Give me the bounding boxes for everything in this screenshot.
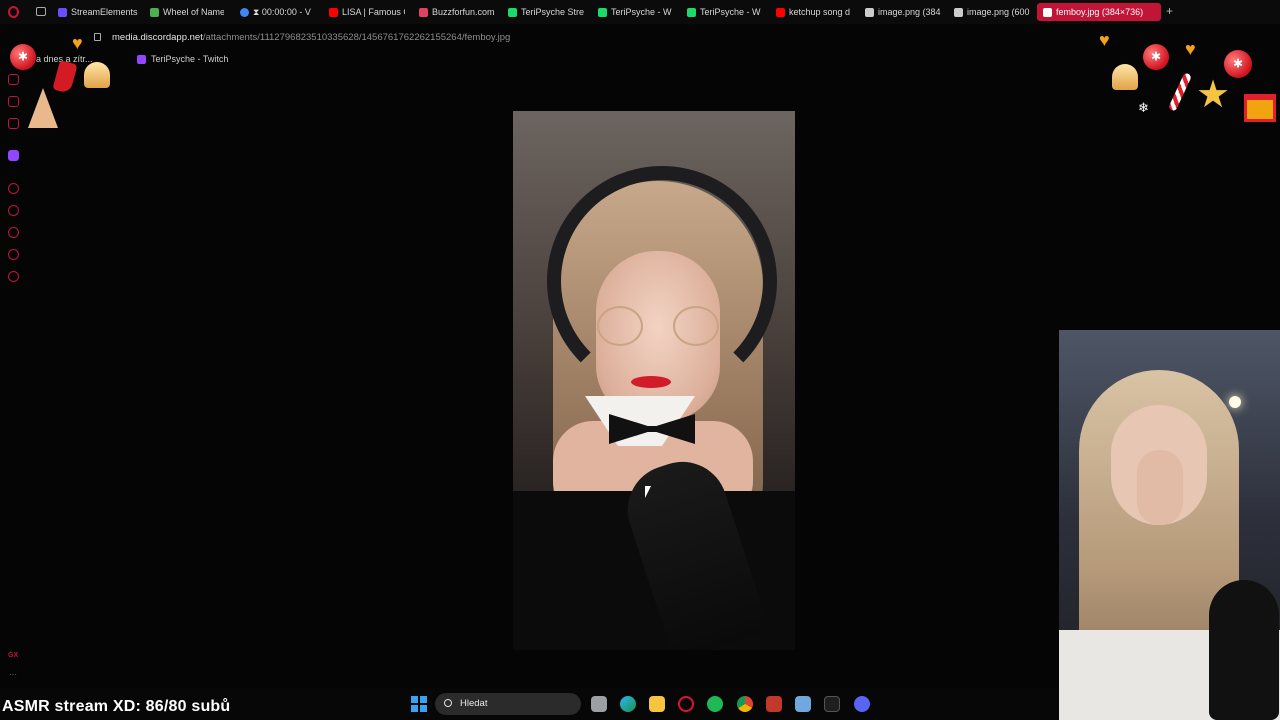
microphone-icon	[1209, 580, 1279, 720]
tab-ketchup-song[interactable]: ketchup song d	[776, 3, 852, 21]
notepad-icon[interactable]	[795, 696, 811, 712]
buzzforfun-icon	[419, 7, 428, 17]
search-label: Hledat	[460, 698, 488, 709]
bookmark-teripsyche-twitch[interactable]: TeriPsyche - Twitch	[137, 54, 228, 64]
opera-gx-logo-icon[interactable]	[8, 6, 19, 18]
opera-gx-icon[interactable]	[678, 696, 694, 712]
sidebar-gx-icon[interactable]: GX	[8, 652, 18, 659]
wheel-icon	[150, 7, 159, 17]
file-icon	[954, 7, 963, 17]
tab-label: image.png (600	[967, 7, 1030, 17]
tab-label: Wheel of Names	[163, 7, 224, 17]
lamp-icon	[1229, 396, 1241, 408]
task-view-icon[interactable]	[591, 696, 607, 712]
workspaces-icon[interactable]	[36, 7, 46, 16]
sidebar-send-icon[interactable]	[8, 249, 19, 260]
taskbar-search[interactable]: Hledat	[435, 693, 581, 715]
terminal-icon[interactable]	[824, 696, 840, 712]
kick-icon	[598, 7, 607, 17]
chrome-icon	[240, 7, 249, 17]
star-icon: ★	[1196, 74, 1231, 116]
sidebar-more-icon[interactable]: ···	[9, 670, 17, 679]
photo-lips	[631, 376, 671, 388]
tab-streamelements[interactable]: StreamElements	[58, 3, 138, 21]
discord-icon[interactable]	[854, 696, 870, 712]
url-field[interactable]: media.discordapp.net/attachments/1112796…	[112, 32, 510, 43]
heart-icon: ♥	[72, 33, 83, 53]
webcam-hand	[1137, 450, 1183, 525]
tab-label: femboy.jpg (384×736)	[1056, 7, 1144, 17]
tab-image-384[interactable]: image.png (384	[865, 3, 941, 21]
url-domain: media.discordapp.net	[112, 32, 203, 43]
tab-teripsyche-w1[interactable]: TeriPsyche - W	[598, 3, 674, 21]
spotify-icon[interactable]	[707, 696, 723, 712]
mouse-cursor-icon	[645, 486, 651, 498]
windows-start-icon[interactable]	[411, 696, 427, 712]
candy-cane-icon	[1167, 72, 1193, 112]
tab-label: LISA | Famous C	[342, 7, 405, 17]
tab-buzzforfun[interactable]: Buzzforfun.com	[419, 3, 497, 21]
tab-label: image.png (384	[878, 7, 941, 17]
kick-icon	[508, 7, 517, 17]
tab-label: TeriPsyche - W	[700, 7, 761, 17]
tab-teripsyche-stream[interactable]: TeriPsyche Stre	[508, 3, 584, 21]
bell-icon	[84, 62, 110, 88]
webcam-overlay	[1059, 330, 1280, 720]
tab-bar: StreamElements Wheel of Names ⧗ 00:00:00…	[0, 0, 1280, 24]
kick-icon	[687, 7, 696, 17]
sidebar-player-icon[interactable]	[8, 183, 19, 194]
edge-icon[interactable]	[620, 696, 636, 712]
url-path: /attachments/1112796823510335628/1456761…	[202, 32, 511, 43]
sidebar: GX ···	[0, 24, 28, 684]
stream-overlay-text: ASMR stream XD: 86/80 subů	[2, 698, 231, 715]
ornament-icon	[1143, 44, 1169, 70]
sidebar-bag-icon[interactable]	[8, 74, 19, 85]
gift-icon	[1244, 94, 1276, 122]
tab-label: ketchup song d	[789, 7, 851, 17]
sidebar-history-icon[interactable]	[8, 227, 19, 238]
address-bar[interactable]: media.discordapp.net/attachments/1112796…	[28, 28, 1280, 48]
tab-lisa-famous[interactable]: LISA | Famous C	[329, 3, 405, 21]
search-icon	[444, 699, 452, 707]
tab-teripsyche-w2[interactable]: TeriPsyche - W	[687, 3, 763, 21]
file-explorer-icon[interactable]	[649, 696, 665, 712]
heart-icon: ♥	[1185, 39, 1196, 59]
tab-label: StreamElements	[71, 7, 138, 17]
tab-timer[interactable]: ⧗ 00:00:00 - V	[240, 3, 316, 21]
sidebar-heart-icon[interactable]	[8, 205, 19, 216]
twitch-icon	[137, 54, 146, 64]
image-viewer[interactable]	[513, 111, 795, 650]
chrome-icon[interactable]	[737, 696, 753, 712]
streamelements-icon	[58, 7, 67, 17]
tab-label: Buzzforfun.com	[432, 7, 495, 17]
tab-wheel-of-names[interactable]: Wheel of Names	[150, 3, 224, 21]
snowflake-icon: ❄	[1138, 100, 1149, 115]
sidebar-twitch-icon[interactable]	[8, 150, 19, 161]
bell-icon	[1112, 64, 1138, 90]
tab-label: TeriPsyche Stre	[521, 7, 584, 17]
file-icon	[1043, 7, 1052, 17]
heart-icon: ♥	[1099, 30, 1110, 50]
file-icon	[865, 7, 874, 17]
youtube-icon	[776, 7, 785, 17]
gingerbread-tree-icon	[28, 88, 58, 128]
ornament-icon	[10, 44, 36, 70]
glasses-icon	[597, 306, 643, 346]
sidebar-settings-icon[interactable]	[8, 271, 19, 282]
glasses-icon	[673, 306, 719, 346]
tab-label: ⧗ 00:00:00 - V	[253, 6, 311, 17]
youtube-icon	[329, 7, 338, 17]
lock-icon[interactable]	[94, 33, 101, 41]
tab-femboy-jpg[interactable]: femboy.jpg (384×736)	[1037, 3, 1161, 21]
tab-image-600[interactable]: image.png (600	[954, 3, 1030, 21]
sidebar-mail-icon[interactable]	[8, 96, 19, 107]
sidebar-media-icon[interactable]	[8, 118, 19, 129]
new-tab-icon[interactable]: +	[1166, 4, 1173, 18]
headphones-icon	[547, 166, 777, 396]
tab-label: TeriPsyche - W	[611, 7, 672, 17]
bookmark-label: TeriPsyche - Twitch	[151, 54, 229, 64]
calendar-icon[interactable]	[766, 696, 782, 712]
